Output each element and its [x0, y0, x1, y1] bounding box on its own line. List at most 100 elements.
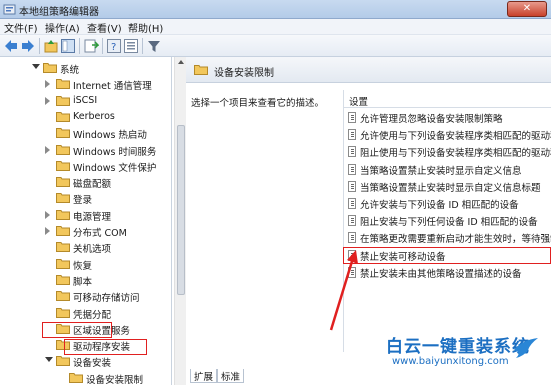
setting-label: 允许使用与下列设备安装程序类相匹配的驱动程序 — [360, 131, 551, 143]
folder-icon — [56, 160, 70, 171]
setting-row[interactable]: 允许管理员忽略设备安装限制策略 — [344, 110, 551, 125]
menu-view[interactable]: 查看(V) — [87, 20, 122, 35]
expander-open-icon[interactable] — [45, 357, 53, 365]
tree-item[interactable]: Windows 热启动 — [0, 125, 171, 142]
properties-icon[interactable] — [123, 38, 139, 54]
setting-row[interactable]: 阻止安装与下列任何设备 ID 相匹配的设备 — [344, 213, 551, 228]
tree-item[interactable]: Internet 通信管理 — [0, 76, 171, 92]
expander-open-icon[interactable] — [32, 64, 40, 72]
policy-setting-icon — [348, 146, 356, 158]
policy-setting-icon — [348, 198, 356, 209]
tree-item[interactable]: 关机选项 — [0, 239, 171, 255]
watermark: 白云一键重装系统 www.baiyunxitong.com — [384, 332, 551, 385]
setting-row[interactable]: 允许安装与下列设备 ID 相匹配的设备 — [344, 196, 551, 211]
tree-item[interactable]: 分布式 COM — [0, 223, 171, 239]
setting-row[interactable]: 禁止安装未由其他策略设置描述的设备 — [344, 265, 551, 280]
tree-item[interactable]: 设备安装 — [0, 353, 171, 369]
highlight-box-setting — [343, 247, 551, 264]
folder-icon — [56, 242, 70, 253]
setting-label: 阻止安装与下列任何设备 ID 相匹配的设备 — [360, 217, 538, 229]
tab-extended[interactable]: 扩展 — [190, 369, 218, 383]
folder-icon — [56, 79, 70, 90]
up-folder-icon[interactable] — [43, 38, 59, 54]
show-hide-tree-icon[interactable] — [60, 38, 76, 54]
export-list-icon[interactable] — [83, 38, 99, 54]
folder-icon — [56, 209, 70, 220]
tree-item[interactable]: Windows 时间服务 — [0, 142, 171, 158]
tree-item-label: Kerberos — [73, 110, 115, 122]
tree-item-label: 电源管理 — [73, 211, 112, 223]
tree-item-label: 脚本 — [73, 276, 93, 288]
forward-arrow-icon[interactable] — [20, 38, 36, 54]
tree-item-label: Windows 时间服务 — [73, 146, 157, 158]
setting-row[interactable]: 当策略设置禁止安装时显示自定义信息 — [344, 162, 551, 177]
close-button[interactable]: ✕ — [507, 1, 547, 17]
expander-closed-icon[interactable] — [45, 96, 53, 105]
setting-label: 当策略设置禁止安装时显示自定义信息标题 — [360, 182, 541, 194]
tree-item[interactable]: 可移动存储访问 — [0, 288, 171, 305]
description-text: 选择一个项目来查看它的描述。 — [191, 98, 325, 109]
help-icon[interactable]: ? — [106, 38, 122, 54]
setting-row[interactable]: 允许使用与下列设备安装程序类相匹配的驱动程序 — [344, 127, 551, 142]
tree-item[interactable]: 设备安装限制 — [0, 370, 171, 385]
tree-item-label: iSCSI — [73, 94, 98, 106]
tree-item[interactable]: 恢复 — [0, 256, 171, 272]
tree-item[interactable]: 电源管理 — [0, 207, 171, 223]
tree-item[interactable]: 登录 — [0, 190, 171, 206]
open-folder-icon — [56, 356, 70, 367]
setting-label: 当策略设置禁止安装时显示自定义信息 — [360, 165, 522, 177]
folder-icon — [56, 291, 70, 302]
toolbar: ? — [0, 35, 551, 57]
tree-item[interactable]: Windows 文件保护 — [0, 158, 171, 174]
expander-closed-icon[interactable] — [45, 210, 53, 219]
highlight-box-device-install — [42, 322, 112, 338]
title-bar: 本地组策略编辑器 ✕ — [0, 0, 551, 19]
setting-row[interactable]: 当策略设置禁止安装时显示自定义信息标题 — [344, 179, 551, 194]
open-folder-icon — [43, 63, 57, 73]
policy-setting-icon — [348, 163, 356, 175]
folder-icon — [56, 193, 70, 204]
setting-label: 允许安装与下列设备 ID 相匹配的设备 — [360, 200, 519, 211]
tree-item[interactable]: Kerberos — [0, 109, 171, 125]
bird-logo-icon — [514, 338, 538, 358]
watermark-url: www.baiyunxitong.com — [392, 356, 509, 367]
folder-icon — [56, 226, 70, 236]
details-header: 设备安装限制 — [186, 57, 551, 83]
policy-setting-icon — [348, 180, 356, 192]
folder-icon — [56, 307, 70, 318]
scroll-up-arrow-icon[interactable] — [178, 60, 184, 64]
menu-help[interactable]: 帮助(H) — [128, 20, 163, 35]
tree-item-label: 凭据分配 — [73, 309, 112, 321]
tree-item[interactable]: 脚本 — [0, 272, 171, 288]
group-policy-app-icon — [3, 4, 16, 15]
scrollbar-thumb[interactable] — [177, 125, 185, 295]
setting-label: 禁止安装未由其他策略设置描述的设备 — [360, 268, 522, 280]
tree-item-label: Windows 热启动 — [73, 130, 147, 142]
filter-icon[interactable] — [146, 38, 162, 54]
expander-closed-icon[interactable] — [45, 227, 53, 235]
window-title: 本地组策略编辑器 — [19, 7, 99, 18]
setting-row[interactable]: 阻止使用与下列设备安装程序类相匹配的驱动程序 — [344, 144, 551, 159]
tree-item-label: 设备安装限制 — [86, 374, 144, 385]
tab-standard[interactable]: 标准 — [217, 369, 245, 383]
menu-file[interactable]: 文件(F) — [4, 20, 38, 35]
policy-setting-icon — [348, 112, 356, 123]
back-arrow-icon[interactable] — [3, 38, 19, 54]
expander-closed-icon[interactable] — [45, 80, 53, 89]
settings-list: 设置 允许管理员忽略设备安装限制策略允许使用与下列设备安装程序类相匹配的驱动程序… — [343, 90, 551, 352]
tree-scrollbar[interactable] — [174, 57, 186, 385]
tree-item[interactable]: 系统 — [0, 60, 171, 76]
setting-label: 在策略更改需要重新启动才能生效时，等待强制重 — [360, 234, 551, 246]
tree-item[interactable]: 凭据分配 — [0, 305, 171, 321]
setting-row[interactable]: 在策略更改需要重新启动才能生效时，等待强制重 — [344, 230, 551, 245]
tree-item-label: 可移动存储访问 — [73, 293, 140, 305]
policy-setting-icon — [348, 215, 356, 227]
red-annotation-arrow — [329, 250, 358, 331]
tree-item[interactable]: 磁盘配额 — [0, 174, 171, 190]
tree-item[interactable]: iSCSI — [0, 93, 171, 109]
menu-action[interactable]: 操作(A) — [45, 20, 80, 35]
settings-column-header[interactable]: 设置 — [344, 90, 551, 108]
folder-icon — [56, 177, 70, 188]
expander-closed-icon[interactable] — [45, 145, 53, 154]
folder-icon — [56, 258, 70, 269]
